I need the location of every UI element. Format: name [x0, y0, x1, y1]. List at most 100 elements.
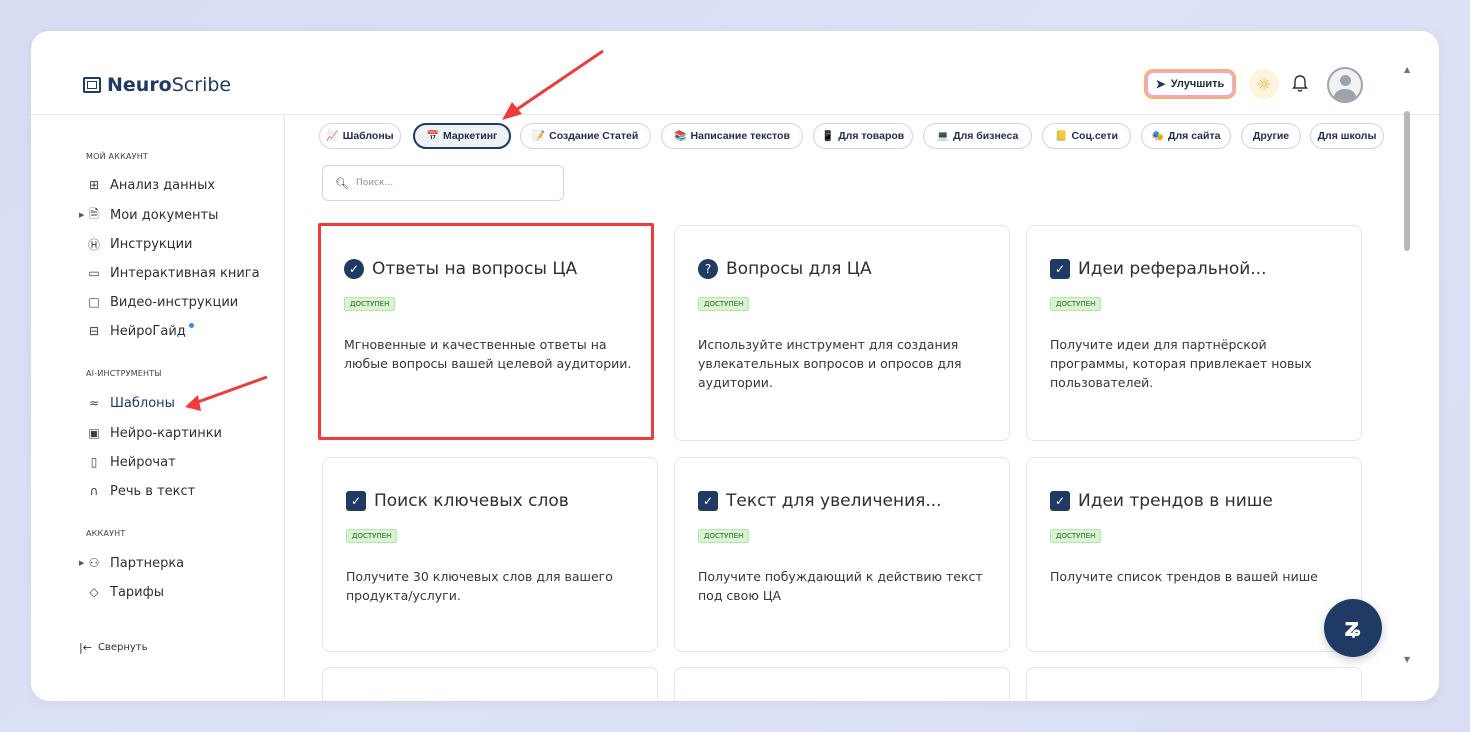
check-square-icon: ✓: [346, 491, 366, 511]
template-card-niche-trends[interactable]: ✓ Идеи трендов в нише доступен Получите …: [1026, 457, 1362, 652]
logo-bold-text: Neuro: [107, 74, 172, 96]
mask-icon: 🎭: [1151, 130, 1164, 142]
card-description: Получите идеи для партнёрской программы,…: [1050, 337, 1312, 390]
status-badge: доступен: [346, 529, 398, 543]
chat-icon: ▯: [90, 455, 98, 469]
tab-social[interactable]: 📒 Соц.сети: [1042, 123, 1131, 149]
sidebar-item-my-documents[interactable]: ▶ 🗎 Мои документы: [79, 204, 218, 226]
video-icon: □: [88, 295, 100, 309]
rocket-icon: ➤: [1155, 77, 1166, 91]
template-card-partial[interactable]: [674, 667, 1010, 701]
tab-label: Другие: [1252, 130, 1290, 142]
collapse-button[interactable]: |← Свернуть: [79, 641, 148, 654]
caret-right-icon: ▶: [79, 559, 85, 567]
tab-for-school[interactable]: Для школы: [1310, 123, 1384, 149]
ledger-icon: 📒: [1055, 130, 1068, 142]
logo[interactable]: Neuro Scribe: [83, 74, 231, 96]
card-description: Получите побуждающий к действию текст по…: [698, 569, 983, 603]
tab-text-writing[interactable]: 📚 Написание текстов: [661, 123, 803, 149]
search-input[interactable]: [355, 178, 536, 188]
support-chat-button[interactable]: ʑ: [1324, 599, 1382, 657]
memo-icon: 📝: [532, 130, 546, 142]
sidebar-item-label: Тарифы: [110, 584, 164, 600]
status-badge: доступен: [344, 297, 396, 311]
sidebar-item-label: Нейро-картинки: [110, 425, 223, 441]
sidebar-item-partner[interactable]: ▶ ⚇ Партнерка: [79, 552, 184, 574]
scroll-up-arrow-icon[interactable]: ▲: [1404, 65, 1410, 74]
tab-for-products[interactable]: 📱 Для товаров: [813, 123, 913, 149]
upgrade-button[interactable]: ➤ Улучшить: [1144, 69, 1236, 99]
theme-toggle-sun-icon[interactable]: ☼: [1249, 69, 1279, 99]
sidebar-item-tariffs[interactable]: ◇ Тарифы: [87, 581, 164, 603]
sidebar-item-templates[interactable]: ≈ Шаблоны: [87, 392, 175, 414]
template-card-keyword-search[interactable]: ✓ Поиск ключевых слов доступен Получите …: [322, 457, 658, 652]
calendar-icon: 📅: [426, 130, 440, 142]
upgrade-label: Улучшить: [1170, 78, 1225, 90]
card-title: ✓ Ответы на вопросы ЦА: [344, 259, 577, 279]
tab-label: Создание Статей: [549, 130, 639, 142]
collapse-label: Свернуть: [97, 642, 148, 653]
tab-label: Для бизнеса: [953, 130, 1019, 142]
sidebar-item-interactive-book[interactable]: ▭ Интерактивная книга: [87, 262, 260, 284]
template-card-audience-questions[interactable]: ? Вопросы для ЦА доступен Используйте ин…: [674, 225, 1010, 441]
sidebar-item-label: Партнерка: [110, 555, 185, 571]
phone-icon: 📱: [821, 130, 835, 142]
sidebar-item-label: НейроГайд: [110, 323, 186, 339]
collapse-icon: |←: [79, 641, 92, 654]
card-title-text: Текст для увеличения...: [726, 491, 942, 511]
sidebar-item-label: Интерактивная книга: [110, 265, 260, 281]
document-icon: 🗎: [89, 206, 99, 221]
tab-for-business[interactable]: 💻 Для бизнеса: [923, 123, 1032, 149]
template-card-increase-text[interactable]: ✓ Текст для увеличения... доступен Получ…: [674, 457, 1010, 652]
sidebar-section-account: АККАУНТ: [86, 529, 126, 538]
tab-templates[interactable]: 📈 Шаблоны: [319, 123, 401, 149]
sidebar-item-neurochat[interactable]: ▯ Нейрочат: [87, 451, 176, 473]
scroll-down-arrow-icon[interactable]: ▼: [1404, 655, 1410, 664]
tab-for-website[interactable]: 🎭 Для сайта: [1141, 123, 1231, 149]
tab-article-creation[interactable]: 📝 Создание Статей: [520, 123, 651, 149]
status-badge: доступен: [698, 297, 750, 311]
check-square-icon: ✓: [1050, 259, 1070, 279]
sidebar-section-ai-tools: AI-ИНСТРУМЕНТЫ: [86, 369, 162, 378]
notification-dot: [188, 322, 194, 328]
card-title: ✓ Идеи реферальной...: [1050, 259, 1267, 279]
tab-label: Для сайта: [1168, 130, 1221, 142]
guide-icon: ⊟: [88, 324, 100, 338]
sidebar-item-neuro-images[interactable]: ▣ Нейро-картинки: [87, 422, 222, 444]
check-square-icon: ✓: [698, 491, 718, 511]
tab-label: Написание текстов: [690, 130, 790, 142]
sidebar-item-label: Анализ данных: [110, 177, 216, 193]
card-title-text: Идеи реферальной...: [1078, 259, 1267, 279]
sidebar-item-data-analysis[interactable]: ⊞ Анализ данных: [87, 174, 215, 196]
search-box[interactable]: 🔍︎: [322, 165, 564, 201]
scrollbar-thumb[interactable]: [1404, 111, 1410, 251]
template-card-partial[interactable]: [322, 667, 658, 701]
card-description: Используйте инструмент для создания увле…: [698, 337, 962, 390]
app-window: Neuro Scribe ➤ Улучшить ☼ МОЙ АККАУНТ ⊞ А…: [31, 31, 1439, 701]
laptop-icon: 💻: [936, 130, 950, 142]
books-icon: 📚: [674, 130, 687, 142]
check-square-icon: ✓: [1050, 491, 1070, 511]
card-title: ✓ Текст для увеличения...: [698, 491, 942, 511]
tab-other[interactable]: Другие: [1241, 123, 1301, 149]
card-title: ? Вопросы для ЦА: [698, 259, 872, 279]
card-description: Получите 30 ключевых слов для вашего про…: [346, 569, 613, 603]
sidebar-item-neuroguide[interactable]: ⊟ НейроГайд: [87, 320, 194, 342]
status-badge: доступен: [698, 529, 750, 543]
status-badge: доступен: [1050, 297, 1102, 311]
sidebar-item-label: Нейрочат: [110, 454, 176, 470]
sidebar-item-speech-to-text[interactable]: ∩ Речь в текст: [87, 480, 196, 502]
avatar[interactable]: [1327, 67, 1363, 103]
book-icon: ▭: [88, 266, 100, 280]
card-description: Получите список трендов в вашей нише: [1050, 569, 1318, 584]
users-icon: ⚇: [88, 556, 100, 570]
tab-marketing[interactable]: 📅 Маркетинг: [413, 123, 511, 149]
logo-rest-text: Scribe: [171, 74, 232, 96]
template-card-audience-answers[interactable]: ✓ Ответы на вопросы ЦА доступен Мгновенн…: [318, 223, 654, 440]
template-card-partial[interactable]: [1026, 667, 1362, 701]
bell-icon[interactable]: [1289, 73, 1311, 95]
sidebar-item-video-instructions[interactable]: □ Видео-инструкции: [87, 291, 238, 313]
sidebar-item-label: Шаблоны: [110, 395, 175, 411]
template-card-referral-ideas[interactable]: ✓ Идеи реферальной... доступен Получите …: [1026, 225, 1362, 441]
sidebar-item-instructions[interactable]: Ⓗ Инструкции: [87, 233, 193, 255]
